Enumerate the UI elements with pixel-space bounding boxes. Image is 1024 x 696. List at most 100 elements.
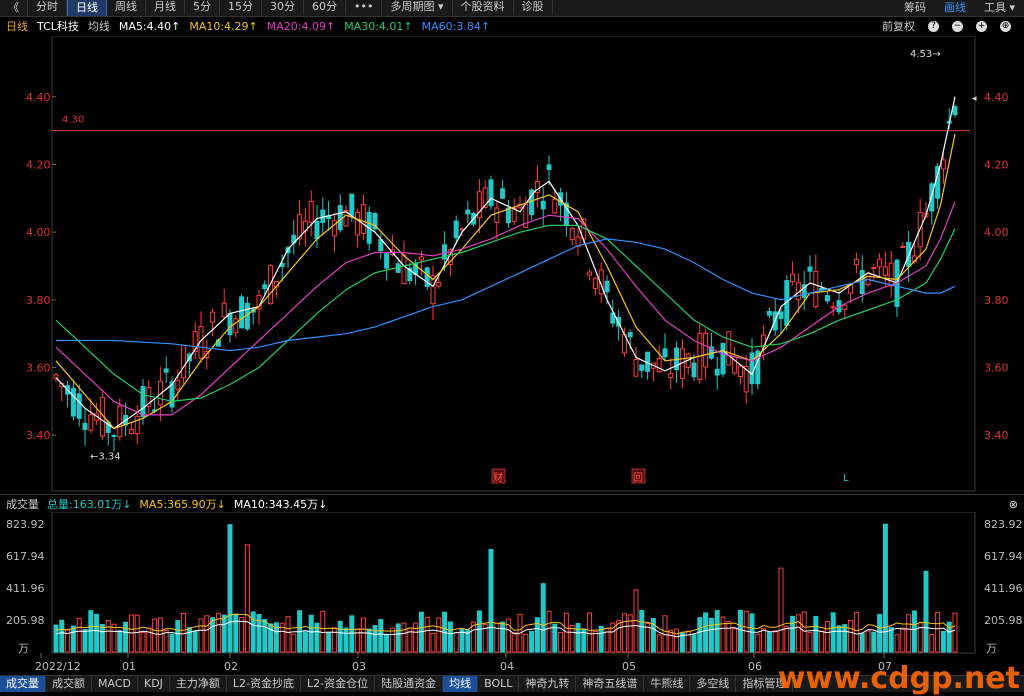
indicator-tab-10[interactable]: 神奇九转 xyxy=(519,676,577,692)
volume-bar xyxy=(575,623,581,653)
indicator-tab-0[interactable]: 成交量 xyxy=(0,676,46,692)
indicator-tab-3[interactable]: KDJ xyxy=(138,676,170,692)
volume-bar xyxy=(192,630,198,653)
tool-tab-2[interactable]: 工具 ▾ xyxy=(975,0,1024,16)
volume-bar xyxy=(134,614,140,653)
volume-bar xyxy=(360,617,366,653)
volume-bar xyxy=(152,618,158,653)
vol-legend-2: MA10:343.45万↓ xyxy=(233,498,328,511)
tab-10[interactable]: 个股资料 xyxy=(453,0,514,15)
volume-bar xyxy=(807,632,813,653)
plot-frame xyxy=(51,36,976,492)
indicator-tab-11[interactable]: 神奇五线谱 xyxy=(576,676,645,692)
close-icon[interactable]: ⊗ xyxy=(1009,498,1018,511)
candle-body xyxy=(952,106,958,116)
indicator-tab-7[interactable]: 陆股通资金 xyxy=(375,676,444,692)
candle-body xyxy=(233,318,239,334)
vol-tick-right-0: 823.92 xyxy=(984,518,1023,531)
tab-3[interactable]: 月线 xyxy=(146,0,185,15)
volume-bar xyxy=(819,630,825,653)
candle-body xyxy=(824,295,830,302)
ma-legend-0: MA5:4.40↑ xyxy=(118,19,181,33)
event-marker-1[interactable]: 回 xyxy=(633,472,643,484)
candle-body xyxy=(604,280,610,293)
back-icon[interactable]: 《 xyxy=(0,0,28,16)
volume-bar xyxy=(413,622,419,653)
x-label-6: 06 xyxy=(748,660,762,673)
volume-bar xyxy=(708,617,714,653)
tab-6[interactable]: 30分 xyxy=(262,0,304,15)
x-label-3: 03 xyxy=(352,660,366,673)
volume-bar xyxy=(302,631,308,653)
indicator-tab-5[interactable]: L2-资金抄底 xyxy=(227,676,302,692)
period-toolbar: 《 分时 日线 周线 月线 5分 15分 30分 60分 ••• 多周期图 ▾ 个股资料 诊股 筹码画… xyxy=(0,0,1024,17)
add-icon[interactable]: ⊕ xyxy=(1000,20,1011,32)
candle-body xyxy=(807,266,813,272)
x-label-1: 01 xyxy=(122,660,136,673)
candle-body xyxy=(877,258,883,268)
candle-body xyxy=(853,258,859,266)
y-tick-left-0: 4.40 xyxy=(26,91,51,104)
indicator-tab-1[interactable]: 成交额 xyxy=(46,676,92,692)
candle-body xyxy=(569,228,575,241)
candle-body xyxy=(320,209,326,223)
candle-body xyxy=(668,373,674,379)
volume-bar xyxy=(453,631,459,653)
ma-line-ma10[interactable] xyxy=(55,133,956,430)
volume-bar xyxy=(210,617,216,653)
tab-7[interactable]: 60分 xyxy=(304,0,346,15)
zoom-in-icon[interactable]: + xyxy=(976,20,987,32)
x-label-2: 02 xyxy=(224,660,238,673)
candle-body xyxy=(505,207,511,224)
ma-line-ma5[interactable] xyxy=(55,96,956,430)
indicator-tab-4[interactable]: 主力净额 xyxy=(170,676,227,692)
tab-11[interactable]: 诊股 xyxy=(514,0,553,15)
tab-8[interactable]: ••• xyxy=(346,0,383,15)
ref-line-label: 4.30 xyxy=(62,115,84,126)
volume-bar xyxy=(546,610,552,653)
vol-tick-right-2: 411.96 xyxy=(984,582,1023,595)
tab-2[interactable]: 周线 xyxy=(107,0,146,15)
tab-1[interactable]: 日线 xyxy=(67,0,107,16)
event-marker-2[interactable]: L xyxy=(843,473,849,484)
tool-tab-0[interactable]: 筹码 xyxy=(895,0,935,16)
indicator-tab-8[interactable]: 均线 xyxy=(443,676,479,692)
volume-bar xyxy=(175,620,181,653)
volume-bar xyxy=(929,633,935,653)
tool-tab-1[interactable]: 画线 xyxy=(935,0,975,16)
indicator-tab-12[interactable]: 牛熊线 xyxy=(644,676,691,692)
vol-legend-0: 总量:163.01万↓ xyxy=(47,498,132,511)
tab-4[interactable]: 5分 xyxy=(185,0,220,15)
stock-name: TCL科技 xyxy=(37,20,79,33)
price-chart[interactable]: 4.40 4.40 4.20 4.20 4.00 4.00 3.80 3.80 3.60 3.60… xyxy=(0,36,1024,492)
event-marker-0[interactable]: 财 xyxy=(493,471,503,484)
volume-bar xyxy=(940,630,946,653)
ma-line-ma60[interactable] xyxy=(56,238,956,352)
ma-line-ma20[interactable] xyxy=(55,201,956,416)
volume-bar xyxy=(505,618,511,653)
fq-selector[interactable]: 前复权 xyxy=(882,18,915,34)
help-icon[interactable]: ? xyxy=(928,20,939,32)
indicator-tab-6[interactable]: L2-资金仓位 xyxy=(301,676,376,692)
volume-bar xyxy=(384,633,390,653)
volume-bar xyxy=(70,625,76,653)
volume-chart[interactable]: 823.92 823.92 617.94 617.94 411.96 411.96 205.… xyxy=(0,512,1024,676)
zoom-out-icon[interactable]: − xyxy=(952,20,963,32)
candle-body xyxy=(53,374,59,379)
volume-bar xyxy=(616,620,622,653)
tab-9[interactable]: 多周期图 ▾ xyxy=(382,0,453,15)
x-label-0: 2022/12 xyxy=(35,660,81,673)
volume-bar xyxy=(656,634,662,653)
avg-label[interactable]: 均线 xyxy=(88,18,110,34)
last-price-pointer: ◂ xyxy=(972,94,977,104)
indicator-tab-9[interactable]: BOLL xyxy=(478,676,520,692)
tab-5[interactable]: 15分 xyxy=(220,0,262,15)
y-tick-right-3: 3.80 xyxy=(984,294,1009,307)
tab-0[interactable]: 分时 xyxy=(28,0,67,15)
candle-body xyxy=(384,253,390,269)
volume-bar xyxy=(592,630,598,653)
indicator-tab-13[interactable]: 多空线 xyxy=(690,676,737,692)
volume-bar xyxy=(488,549,494,653)
volume-bar xyxy=(737,609,743,653)
indicator-tab-2[interactable]: MACD xyxy=(92,676,138,692)
